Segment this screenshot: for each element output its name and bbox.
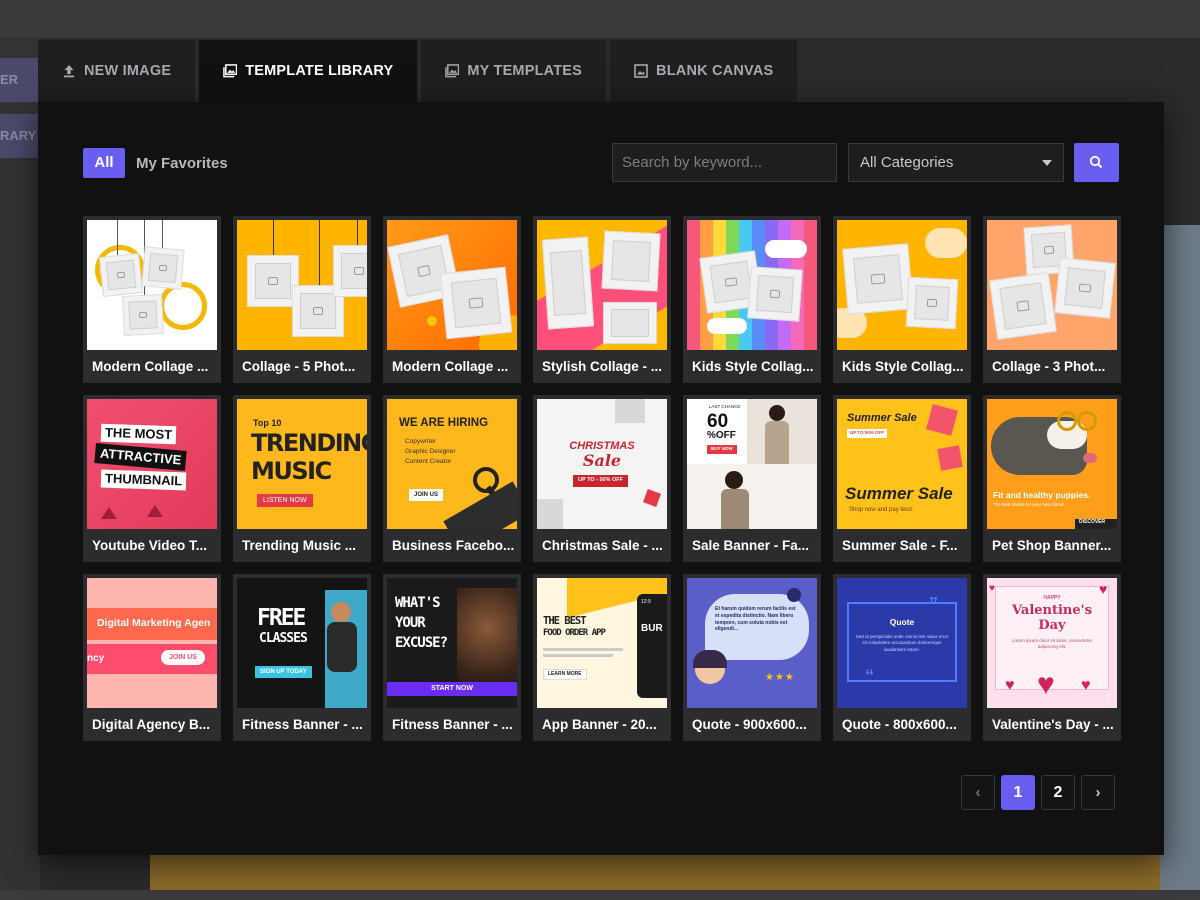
background-topbar xyxy=(0,0,1200,38)
search-icon xyxy=(1089,155,1103,169)
search-input[interactable] xyxy=(612,143,837,182)
template-thumbnail: LAST CHANCE 60 %OFF BUY NOW xyxy=(687,399,817,529)
template-card[interactable]: Fit and healthy puppies. The best choice… xyxy=(983,395,1121,562)
template-title: Sale Banner - Fa... xyxy=(692,538,810,553)
image-icon xyxy=(634,64,648,78)
images-icon xyxy=(445,64,460,78)
template-card[interactable]: Top 10 TRENDING MUSIC LISTEN NOW Trendin… xyxy=(233,395,371,562)
template-thumbnail: Et harum quidem rerum facilis est et exp… xyxy=(687,578,817,708)
tab-label: BLANK CANVAS xyxy=(656,63,774,79)
template-card[interactable]: Summer Sale UP TO 50% OFF Summer Sale Sh… xyxy=(833,395,971,562)
template-card[interactable]: Kids Style Collag... xyxy=(833,216,971,383)
tab-label: MY TEMPLATES xyxy=(467,63,583,79)
template-thumbnail xyxy=(237,220,367,350)
caret-down-icon xyxy=(1042,160,1052,166)
template-title: Modern Collage ... xyxy=(392,359,509,374)
template-title: Business Facebo... xyxy=(392,538,515,553)
template-title: Collage - 5 Phot... xyxy=(242,359,356,374)
template-thumbnail xyxy=(537,220,667,350)
next-page-button[interactable]: › xyxy=(1081,775,1115,810)
template-title: App Banner - 20... xyxy=(542,717,657,732)
filter-favorites-link[interactable]: My Favorites xyxy=(136,155,228,172)
template-thumbnail xyxy=(687,220,817,350)
background-sidebar-item: RARY xyxy=(0,114,40,158)
background-sidebar-item: ER xyxy=(0,58,40,102)
template-thumbnail: Top 10 TRENDING MUSIC LISTEN NOW xyxy=(237,399,367,529)
template-card[interactable]: HAPPY Valentine's Day Lorem ipsum dolor … xyxy=(983,574,1121,741)
background-footer xyxy=(0,890,1200,900)
category-select[interactable]: All Categories xyxy=(848,143,1064,182)
template-thumbnail xyxy=(87,220,217,350)
template-title: Fitness Banner - ... xyxy=(392,717,513,732)
template-card[interactable]: Modern Collage ... xyxy=(83,216,221,383)
tab-label: NEW IMAGE xyxy=(84,63,172,79)
template-card[interactable]: THE MOST ATTRACTIVE THUMBNAIL Youtube Vi… xyxy=(83,395,221,562)
prev-page-button[interactable]: ‹ xyxy=(961,775,995,810)
tab-label: TEMPLATE LIBRARY xyxy=(245,63,394,79)
background-sidebar xyxy=(0,38,40,900)
template-title: Christmas Sale - ... xyxy=(542,538,663,553)
template-thumbnail: ” “ Quote Sed ut perspiciatis unde omnis… xyxy=(837,578,967,708)
template-title: Trending Music ... xyxy=(242,538,357,553)
template-thumbnail: THE MOST ATTRACTIVE THUMBNAIL xyxy=(87,399,217,529)
tab-template-library[interactable]: TEMPLATE LIBRARY xyxy=(199,40,418,102)
template-card[interactable]: FREE CLASSES SIGN UP TODAY Fitness Banne… xyxy=(233,574,371,741)
template-title: Youtube Video T... xyxy=(92,538,208,553)
template-card[interactable]: WE ARE HIRING Copywriter Graphic Designe… xyxy=(383,395,521,562)
template-title: Digital Agency B... xyxy=(92,717,211,732)
filter-all-button[interactable]: All xyxy=(83,148,125,178)
template-card[interactable]: WHAT'S YOUR EXCUSE? START NOW Fitness Ba… xyxy=(383,574,521,741)
template-thumbnail: WE ARE HIRING Copywriter Graphic Designe… xyxy=(387,399,517,529)
template-thumbnail xyxy=(837,220,967,350)
template-title: Kids Style Collag... xyxy=(842,359,964,374)
template-title: Kids Style Collag... xyxy=(692,359,814,374)
images-icon xyxy=(223,64,238,78)
template-title: Summer Sale - F... xyxy=(842,538,958,553)
template-card[interactable]: 12:9 BUR THE BEST FOOD ORDER APP LEARN M… xyxy=(533,574,671,741)
template-thumbnail xyxy=(387,220,517,350)
template-title: Pet Shop Banner... xyxy=(992,538,1112,553)
tab-blank-canvas[interactable]: BLANK CANVAS xyxy=(610,40,798,102)
template-title: Collage - 3 Phot... xyxy=(992,359,1106,374)
filter-bar: All My Favorites All Categories xyxy=(83,143,1119,183)
category-select-value: All Categories xyxy=(860,154,954,171)
template-title: Valentine's Day - ... xyxy=(992,717,1114,732)
upload-icon xyxy=(64,65,74,78)
template-card[interactable]: Stylish Collage - ... xyxy=(533,216,671,383)
template-card[interactable]: LAST CHANCE 60 %OFF BUY NOW Sale Banner … xyxy=(683,395,821,562)
template-title: Fitness Banner - ... xyxy=(242,717,363,732)
tab-my-templates[interactable]: MY TEMPLATES xyxy=(421,40,607,102)
tab-bar: NEW IMAGE TEMPLATE LIBRARY MY TEMPLATES … xyxy=(38,40,798,102)
template-card[interactable]: Collage - 5 Phot... xyxy=(233,216,371,383)
template-card[interactable]: Digital Marketing Agen ncy JOIN US Digit… xyxy=(83,574,221,741)
template-card[interactable]: Kids Style Collag... xyxy=(683,216,821,383)
template-thumbnail: CHRISTMAS Sale UP TO - 50% OFF xyxy=(537,399,667,529)
template-card[interactable]: Modern Collage ... xyxy=(383,216,521,383)
template-card[interactable]: CHRISTMAS Sale UP TO - 50% OFF Christmas… xyxy=(533,395,671,562)
page-1-button[interactable]: 1 xyxy=(1001,775,1035,810)
template-card[interactable]: Collage - 3 Phot... xyxy=(983,216,1121,383)
template-thumbnail: Fit and healthy puppies. The best choice… xyxy=(987,399,1117,529)
template-library-panel: All My Favorites All Categories Modern C… xyxy=(38,102,1164,855)
template-thumbnail xyxy=(987,220,1117,350)
template-thumbnail: Summer Sale UP TO 50% OFF Summer Sale Sh… xyxy=(837,399,967,529)
template-title: Stylish Collage - ... xyxy=(542,359,663,374)
template-thumbnail: Digital Marketing Agen ncy JOIN US xyxy=(87,578,217,708)
pagination: ‹ 1 2 › xyxy=(961,775,1115,810)
tab-new-image[interactable]: NEW IMAGE xyxy=(38,40,196,102)
template-title: Quote - 900x600... xyxy=(692,717,807,732)
template-thumbnail: FREE CLASSES SIGN UP TODAY xyxy=(237,578,367,708)
template-card[interactable]: ” “ Quote Sed ut perspiciatis unde omnis… xyxy=(833,574,971,741)
template-card[interactable]: Et harum quidem rerum facilis est et exp… xyxy=(683,574,821,741)
template-title: Quote - 800x600... xyxy=(842,717,957,732)
page-2-button[interactable]: 2 xyxy=(1041,775,1075,810)
search-button[interactable] xyxy=(1074,143,1119,182)
template-title: Modern Collage ... xyxy=(92,359,209,374)
template-thumbnail: 12:9 BUR THE BEST FOOD ORDER APP LEARN M… xyxy=(537,578,667,708)
template-thumbnail: HAPPY Valentine's Day Lorem ipsum dolor … xyxy=(987,578,1117,708)
template-thumbnail: WHAT'S YOUR EXCUSE? START NOW xyxy=(387,578,517,708)
